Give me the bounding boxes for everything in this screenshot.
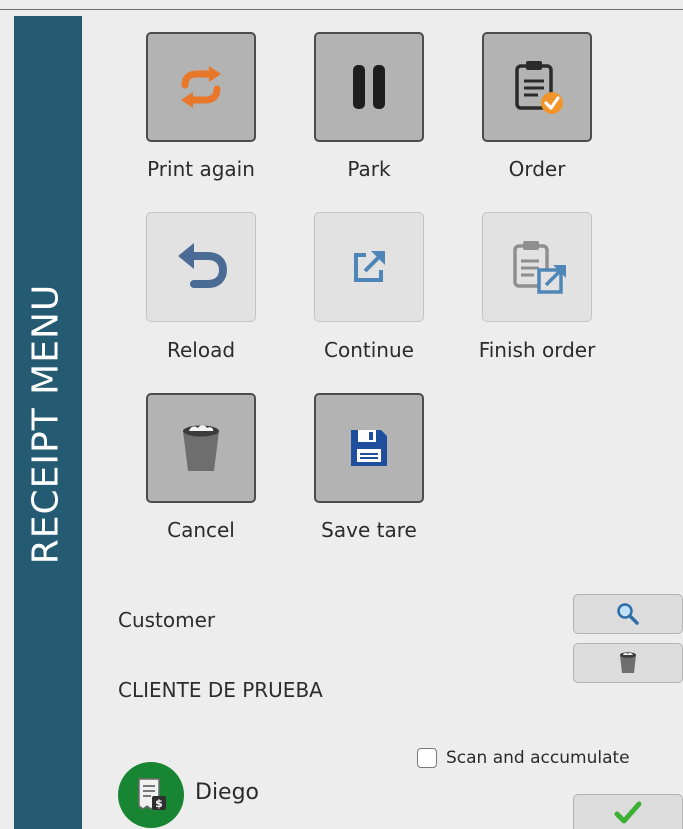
finish-order-label: Finish order (478, 338, 596, 362)
repeat-icon (181, 66, 221, 108)
customer-label: Customer (118, 608, 216, 632)
continue-button[interactable] (314, 212, 424, 322)
side-panel-title: RECEIPT MENU (25, 283, 67, 565)
park-label: Park (347, 157, 391, 181)
print-again-label: Print again (147, 157, 255, 181)
scan-accumulate-checkbox[interactable] (417, 748, 437, 768)
reload-button[interactable] (146, 212, 256, 322)
clipboard-check-icon (515, 61, 563, 114)
pause-icon (353, 65, 385, 109)
cancel-button[interactable] (146, 393, 256, 503)
trash-bin-icon (620, 652, 636, 673)
cancel-label: Cancel (167, 518, 235, 542)
checkmark-icon (614, 801, 642, 824)
customer-name: CLIENTE DE PRUEBA (118, 678, 323, 702)
continue-label: Continue (324, 338, 414, 362)
user-avatar: $ (118, 762, 184, 828)
park-button[interactable] (314, 32, 424, 142)
undo-arrow-icon (178, 243, 228, 288)
search-icon (617, 603, 639, 625)
order-button[interactable] (482, 32, 592, 142)
customer-search-button[interactable] (573, 594, 683, 634)
print-again-button[interactable] (146, 32, 256, 142)
customer-clear-button[interactable] (573, 643, 683, 683)
save-tare-button[interactable] (314, 393, 424, 503)
floppy-disk-icon (351, 430, 387, 466)
order-label: Order (508, 157, 566, 181)
scan-accumulate-label: Scan and accumulate (446, 748, 630, 768)
receipt-dollar-icon: $ (138, 778, 166, 811)
reload-label: Reload (166, 338, 236, 362)
confirm-button[interactable] (573, 794, 683, 829)
save-tare-label: Save tare (321, 518, 417, 542)
window-top-border (0, 9, 683, 10)
svg-text:$: $ (155, 797, 163, 810)
external-link-icon (354, 251, 385, 282)
clipboard-export-icon (513, 241, 566, 294)
trash-bin-icon (183, 425, 219, 471)
user-name: Diego (195, 780, 260, 805)
finish-order-button[interactable] (482, 212, 592, 322)
